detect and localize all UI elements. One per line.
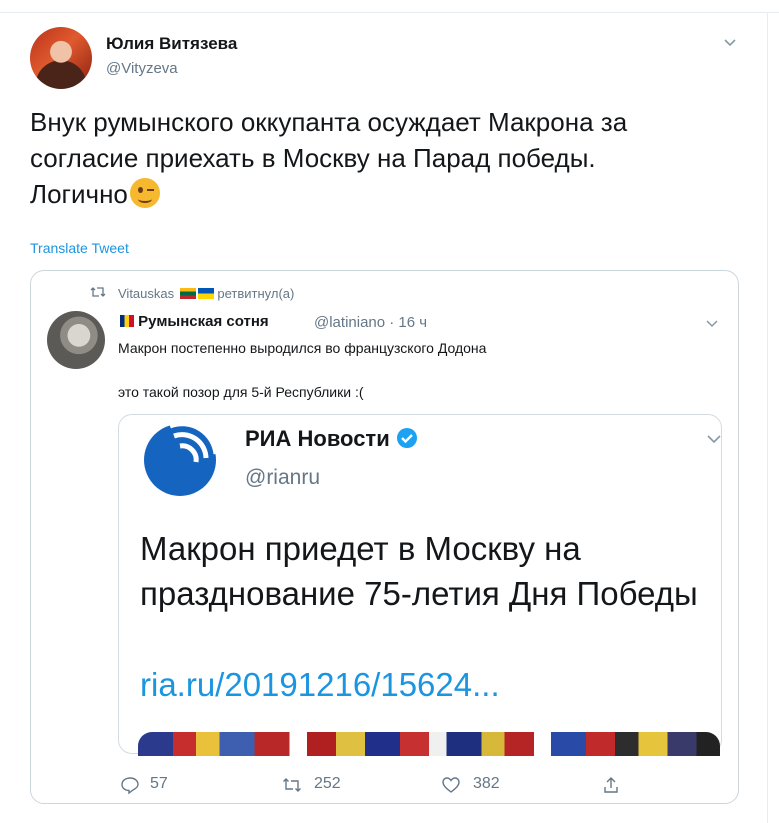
retweeter-name[interactable]: Vitauskas (118, 286, 174, 301)
ria-source-name-text: РИА Новости (245, 426, 390, 451)
ukraine-flag-icon (197, 288, 214, 299)
flags-photo-strip (138, 732, 720, 756)
winking-face-icon (129, 178, 160, 208)
retweet-icon[interactable] (282, 775, 302, 795)
tweet-text-line: Внук румынского оккупанта осуждает Макро… (30, 107, 628, 137)
verified-badge-icon (396, 428, 417, 448)
top-divider (0, 12, 779, 13)
ria-source-name: РИА Новости (245, 426, 418, 452)
author-avatar[interactable] (30, 27, 92, 89)
reply-count: 57 (150, 775, 168, 792)
quoted-author-avatar[interactable] (47, 311, 105, 369)
reply-icon[interactable] (120, 775, 140, 795)
quoted-author-name-text: Румынская сотня (138, 313, 269, 330)
share-icon[interactable] (601, 775, 621, 795)
tweet-text: Внук румынского оккупанта осуждает Макро… (30, 104, 740, 212)
romania-flag-icon (120, 315, 134, 327)
ria-handle: @rianru (245, 466, 321, 489)
tweet-text-line: согласие приехать в Москву на Парад побе… (30, 143, 596, 173)
quoted-text-line: это такой позор для 5-й Республики :( (118, 384, 364, 400)
tweet-text-line: Логично (30, 176, 740, 212)
author-name[interactable]: Юлия Витязева (106, 34, 237, 54)
lithuania-flag-icon (179, 288, 196, 299)
retweet-icon (90, 287, 106, 297)
ria-headline: Макрон приедет в Москву на празднование … (140, 530, 698, 612)
author-handle[interactable]: @Vityzeva (106, 60, 178, 77)
translate-tweet-link[interactable]: Translate Tweet (30, 240, 129, 256)
side-divider (767, 12, 768, 823)
retweeted-label: ретвитнул(а) (217, 286, 295, 301)
ria-logo-icon (144, 421, 219, 496)
tweet-text-word: Логично (30, 179, 128, 209)
chevron-down-icon (707, 435, 721, 444)
like-count: 382 (473, 775, 500, 792)
like-heart-icon[interactable] (441, 775, 461, 795)
chevron-down-icon[interactable] (705, 316, 719, 330)
quoted-author-name[interactable]: Румынская сотня (118, 313, 269, 330)
quoted-author-handle[interactable]: @latiniano · 16 ч (314, 314, 427, 331)
retweet-count: 252 (314, 775, 341, 792)
ria-link: ria.ru/20191216/15624... (140, 666, 500, 703)
quoted-text-line: Макрон постепенно выродился во французск… (118, 340, 487, 356)
retweeted-by: Vitauskas ретвитнул(а) (118, 286, 294, 301)
chevron-down-icon[interactable] (722, 34, 738, 50)
